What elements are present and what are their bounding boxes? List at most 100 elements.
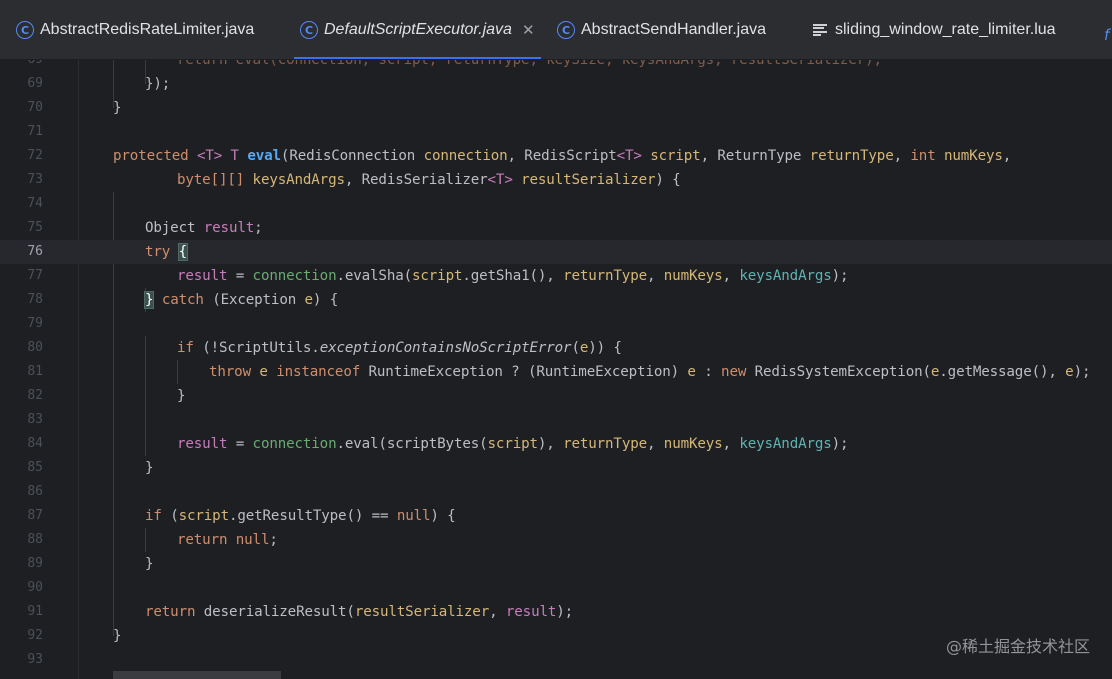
token: ,	[722, 436, 740, 452]
token: deserializeResult(	[203, 604, 355, 620]
token: catch	[161, 292, 204, 308]
line-number: 74	[27, 196, 43, 211]
token: resultSerializer	[521, 172, 656, 188]
code-text: } catch (Exception e) {	[143, 288, 338, 312]
tab-sliding-window-lua[interactable]: sliding_window_rate_limiter.lua	[813, 0, 1056, 59]
line-number: 84	[27, 436, 43, 451]
line-number: 80	[27, 340, 43, 355]
token: ,	[489, 604, 506, 620]
tab-abstract-send-handler[interactable]: C AbstractSendHandler.java	[557, 0, 766, 59]
code-line: 79	[0, 312, 1112, 336]
line-number: 88	[27, 532, 43, 547]
code-text: }	[113, 100, 122, 116]
token: );	[831, 436, 849, 452]
line-number: 69	[0, 60, 43, 72]
token: null	[396, 508, 431, 524]
code-line: 77 result = connection.evalSha(script.ge…	[0, 264, 1112, 288]
tab-default-script-executor[interactable]: C DefaultScriptExecutor.java ✕	[294, 0, 541, 59]
token: e	[1065, 364, 1074, 380]
code-text: try {	[145, 240, 189, 264]
code-line: 75 Object result;	[0, 216, 1112, 240]
token: .getResultType() ==	[228, 508, 397, 524]
token: returnType	[563, 268, 647, 284]
token: ,	[646, 268, 664, 284]
token: result	[203, 220, 255, 236]
token: <T>	[196, 148, 223, 164]
code-line: 82 }	[0, 384, 1112, 408]
token: if	[177, 340, 194, 356]
code-line: 71	[0, 120, 1112, 144]
code-line: 81 throw e instanceof RuntimeException ?…	[0, 360, 1112, 384]
java-class-icon: C	[300, 21, 318, 39]
line-number: 73	[27, 172, 43, 187]
token: return eval(connection, script, returnTy…	[177, 60, 882, 68]
brace-match: }	[143, 291, 155, 309]
line-number: 93	[27, 652, 43, 667]
token: protected	[113, 148, 189, 164]
token: T	[230, 148, 240, 164]
line-number: 71	[27, 124, 43, 139]
token: :	[704, 364, 713, 380]
token: return	[177, 532, 228, 548]
code-text: protected <T> T eval(RedisConnection con…	[113, 144, 1011, 168]
overflow-tab-icon[interactable]: f	[1104, 26, 1109, 44]
token: )) {	[588, 340, 622, 356]
code-text: }	[145, 556, 154, 572]
token: <T>	[487, 172, 513, 188]
token: ,	[722, 268, 740, 284]
code-line: 91 return deserializeResult(resultSerial…	[0, 600, 1112, 624]
line-number: 75	[27, 220, 43, 235]
code-line: 80 if (!ScriptUtils.exceptionContainsNoS…	[0, 336, 1112, 360]
token: (	[571, 340, 580, 356]
code-line: 73 byte[][] keysAndArgs, RedisSerializer…	[0, 168, 1112, 192]
code-text: return deserializeResult(resultSerialize…	[145, 600, 573, 624]
token: script	[412, 268, 463, 284]
token: keysAndArgs	[739, 436, 832, 452]
token: new	[721, 364, 747, 380]
code-line: 88 return null;	[0, 528, 1112, 552]
code-text: throw e instanceof RuntimeException ? (R…	[209, 360, 1091, 384]
line-number: 92	[27, 628, 43, 643]
token: ;	[254, 220, 263, 236]
token: result	[505, 604, 557, 620]
token: instanceof	[276, 364, 361, 380]
code-text: }	[177, 388, 186, 404]
code-line: 69 });	[0, 72, 1112, 96]
line-number: 72	[27, 148, 43, 163]
line-number: 91	[27, 604, 43, 619]
line-number: 83	[27, 412, 43, 427]
code-text: return null;	[177, 528, 278, 552]
code-editor[interactable]: 69 return eval(connection, script, retur…	[0, 60, 1112, 679]
line-number: 76	[27, 244, 43, 259]
tab-abstract-redis-rate-limiter[interactable]: C AbstractRedisRateLimiter.java	[16, 0, 254, 59]
token: Object	[145, 220, 196, 236]
token: (!ScriptUtils.	[202, 340, 320, 356]
token: );	[556, 604, 574, 620]
code-text: result = connection.eval(scriptBytes(scr…	[177, 432, 849, 456]
token: keysAndArgs	[252, 172, 345, 188]
line-number: 79	[27, 316, 43, 331]
token: returnType	[563, 436, 647, 452]
code-text: });	[145, 76, 171, 92]
token: connection	[252, 436, 337, 452]
token: e	[259, 364, 268, 380]
token: .getSha1(),	[462, 268, 564, 284]
token: throw	[209, 364, 251, 380]
token: try	[145, 244, 171, 260]
code-line: 83	[0, 408, 1112, 432]
code-line: 85 }	[0, 456, 1112, 480]
token: connection	[252, 268, 337, 284]
token: ) {	[655, 172, 681, 188]
code-line: 78 } catch (Exception e) {	[0, 288, 1112, 312]
line-number: 89	[27, 556, 43, 571]
token: , RedisSerializer	[344, 172, 488, 188]
token: =	[227, 268, 253, 284]
code-text: return eval(connection, script, returnTy…	[177, 60, 882, 72]
close-tab-icon[interactable]: ✕	[522, 21, 535, 39]
token: result	[177, 268, 228, 284]
watermark: @稀土掘金技术社区	[945, 637, 1090, 656]
token: ;	[269, 532, 278, 548]
token: , ReturnType	[700, 148, 802, 164]
token: script	[650, 148, 701, 164]
line-number: 86	[27, 484, 43, 499]
